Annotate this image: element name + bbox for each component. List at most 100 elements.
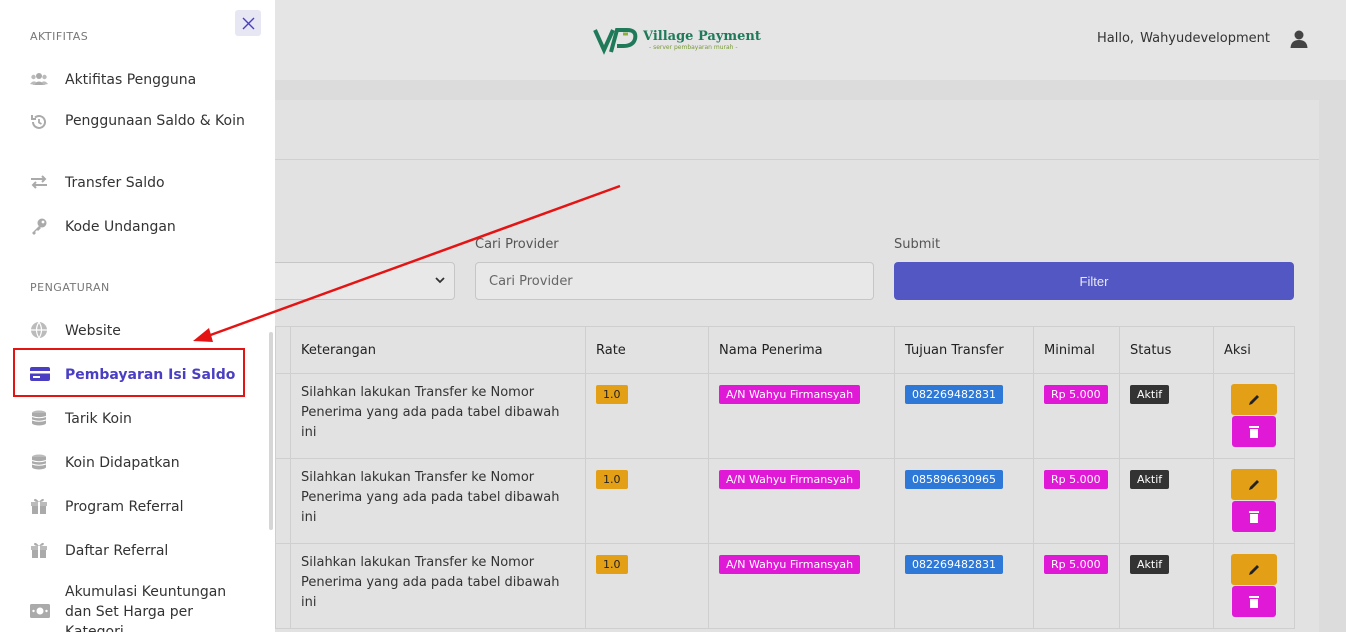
filter-button[interactable]: Filter xyxy=(894,262,1294,300)
cell-status: Aktif xyxy=(1119,373,1214,459)
edit-button[interactable] xyxy=(1231,469,1277,500)
th-aksi: Aksi xyxy=(1213,326,1295,374)
coins-icon xyxy=(31,410,47,426)
sidebar-item-label: Penggunaan Saldo & Koin xyxy=(65,113,245,129)
sidebar-item-website[interactable]: Website xyxy=(30,321,245,341)
history-icon xyxy=(31,114,46,129)
sidebar-item-penggunaan-saldo[interactable]: Penggunaan Saldo & Koin xyxy=(30,111,245,131)
sidebar-scrollbar[interactable] xyxy=(269,332,273,530)
sidebar-item-label: Website xyxy=(65,323,121,339)
minimal-badge: Rp 5.000 xyxy=(1044,470,1108,489)
rate-badge: 1.0 xyxy=(596,385,628,404)
cell-nama: A/N Wahyu Firmansyah xyxy=(708,543,895,629)
table-header-row: Keterangan Rate Nama Penerima Tujuan Tra… xyxy=(275,326,1295,374)
transfer-icon xyxy=(31,175,47,189)
sidebar-item-tarik-koin[interactable]: Tarik Koin xyxy=(30,409,245,429)
cell-keterangan: Silahkan lakukan Transfer ke Nomor Pener… xyxy=(290,543,586,629)
th-nama-penerima: Nama Penerima xyxy=(708,326,895,374)
table-header-cell xyxy=(275,326,291,374)
rate-badge: 1.0 xyxy=(596,470,628,489)
gift-icon xyxy=(31,542,47,558)
pencil-icon xyxy=(1249,394,1259,405)
th-rate: Rate xyxy=(585,326,709,374)
sidebar-item-koin-didapatkan[interactable]: Koin Didapatkan xyxy=(30,453,245,473)
sidebar: AKTIFITAS Aktifitas Pengguna Penggunaan … xyxy=(0,0,275,632)
delete-button[interactable] xyxy=(1232,501,1276,532)
trash-icon xyxy=(1249,425,1259,438)
status-badge: Aktif xyxy=(1130,385,1170,404)
globe-icon xyxy=(31,321,47,339)
user-icon[interactable] xyxy=(1289,29,1309,49)
users-icon xyxy=(30,73,48,85)
rate-badge: 1.0 xyxy=(596,555,628,574)
trash-icon xyxy=(1249,595,1259,608)
coins-icon xyxy=(31,454,47,470)
close-icon xyxy=(242,17,254,29)
provider-placeholder: Cari Provider xyxy=(489,273,573,289)
key-icon xyxy=(32,218,47,235)
logo-title: Village Payment xyxy=(643,29,761,44)
sidebar-item-label: Daftar Referral xyxy=(65,543,169,559)
username[interactable]: Wahyudevelopment xyxy=(1140,31,1270,46)
cell-keterangan: Silahkan lakukan Transfer ke Nomor Pener… xyxy=(290,373,586,459)
sidebar-item-label: Program Referral xyxy=(65,499,184,515)
delete-button[interactable] xyxy=(1232,586,1276,617)
category-select[interactable] xyxy=(275,262,455,300)
cell-nama: A/N Wahyu Firmansyah xyxy=(708,373,895,459)
table-row: Silahkan lakukan Transfer ke Nomor Pener… xyxy=(275,543,1295,629)
cell-rate: 1.0 xyxy=(585,543,709,629)
cell-minimal: Rp 5.000 xyxy=(1033,458,1120,544)
th-keterangan: Keterangan xyxy=(290,326,586,374)
tujuan-badge: 085896630965 xyxy=(905,470,1003,489)
th-minimal: Minimal xyxy=(1033,326,1120,374)
cell-aksi xyxy=(1213,373,1295,459)
logo-mark-icon xyxy=(593,28,638,55)
cell-nama: A/N Wahyu Firmansyah xyxy=(708,458,895,544)
logo[interactable]: Village Payment - server pembayaran mura… xyxy=(593,24,761,56)
cell-tujuan: 082269482831 xyxy=(894,373,1034,459)
sidebar-item-daftar-referral[interactable]: Daftar Referral xyxy=(30,541,245,561)
minimal-badge: Rp 5.000 xyxy=(1044,555,1108,574)
money-icon xyxy=(30,604,50,618)
submit-label: Submit xyxy=(894,237,941,252)
provider-search-input[interactable]: Cari Provider xyxy=(475,262,874,300)
sidebar-item-label: Transfer Saldo xyxy=(65,175,165,191)
nama-badge: A/N Wahyu Firmansyah xyxy=(719,470,861,489)
close-sidebar-button[interactable] xyxy=(235,10,261,36)
sidebar-item-aktifitas-pengguna[interactable]: Aktifitas Pengguna xyxy=(30,70,245,90)
section-title-pengaturan: PENGATURAN xyxy=(30,281,110,294)
cell-minimal: Rp 5.000 xyxy=(1033,543,1120,629)
sidebar-item-label: Kode Undangan xyxy=(65,219,176,235)
cell-tujuan: 082269482831 xyxy=(894,543,1034,629)
nama-badge: A/N Wahyu Firmansyah xyxy=(719,385,861,404)
pencil-icon xyxy=(1249,479,1259,490)
trash-icon xyxy=(1249,510,1259,523)
table-row: Silahkan lakukan Transfer ke Nomor Pener… xyxy=(275,373,1295,459)
edit-button[interactable] xyxy=(1231,384,1277,415)
sidebar-item-label: Tarik Koin xyxy=(65,411,132,427)
status-badge: Aktif xyxy=(1130,470,1170,489)
tujuan-badge: 082269482831 xyxy=(905,385,1003,404)
sidebar-item-transfer-saldo[interactable]: Transfer Saldo xyxy=(30,173,245,193)
pencil-icon xyxy=(1249,564,1259,575)
sidebar-item-akumulasi-keuntungan[interactable]: Akumulasi Keuntungan dan Set Harga per K… xyxy=(30,582,245,632)
sidebar-item-label: Aktifitas Pengguna xyxy=(65,72,197,88)
table-cell xyxy=(275,543,291,629)
status-badge: Aktif xyxy=(1130,555,1170,574)
table-row: Silahkan lakukan Transfer ke Nomor Pener… xyxy=(275,458,1295,544)
sidebar-item-label: Koin Didapatkan xyxy=(65,455,180,471)
cell-keterangan: Silahkan lakukan Transfer ke Nomor Pener… xyxy=(290,458,586,544)
sidebar-item-program-referral[interactable]: Program Referral xyxy=(30,497,245,517)
sidebar-item-kode-undangan[interactable]: Kode Undangan xyxy=(30,217,245,237)
section-title-aktifitas: AKTIFITAS xyxy=(30,30,89,43)
tujuan-badge: 082269482831 xyxy=(905,555,1003,574)
sidebar-item-label: Akumulasi Keuntungan dan Set Harga per K… xyxy=(65,584,227,632)
table-cell xyxy=(275,373,291,459)
payment-table: Keterangan Rate Nama Penerima Tujuan Tra… xyxy=(275,326,1295,629)
gift-icon xyxy=(31,498,47,514)
edit-button[interactable] xyxy=(1231,554,1277,585)
cell-rate: 1.0 xyxy=(585,373,709,459)
delete-button[interactable] xyxy=(1232,416,1276,447)
cell-aksi xyxy=(1213,458,1295,544)
cell-rate: 1.0 xyxy=(585,458,709,544)
